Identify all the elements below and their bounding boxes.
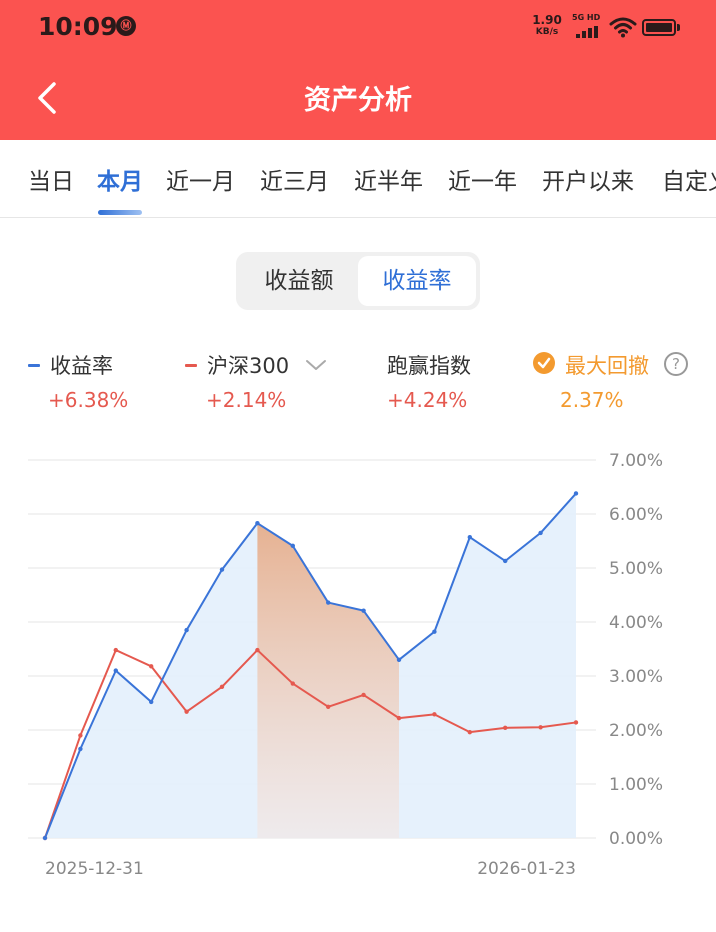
app-header: 10:09 Ⓜ 1.90 KB/s 5G HD 资产分析 xyxy=(0,0,716,140)
legend-value: +2.14% xyxy=(206,388,287,412)
tab-today[interactable]: 当日 xyxy=(28,162,74,196)
csi300-point xyxy=(219,684,225,689)
y-tick-label: 7.00% xyxy=(609,451,663,471)
profit-rate-point xyxy=(326,600,331,605)
profit-rate-point xyxy=(219,567,225,572)
network-speed: 1.90 KB/s xyxy=(530,14,564,38)
tab-last-year[interactable]: 近一年 xyxy=(448,162,517,196)
status-time: 10:09 xyxy=(38,12,118,41)
metric-toggle: 收益额 收益率 xyxy=(236,252,480,310)
csi300-point xyxy=(149,664,154,669)
legend-dash-red xyxy=(185,364,197,367)
csi300-point xyxy=(432,712,437,717)
csi300-point xyxy=(538,725,543,730)
chevron-down-icon[interactable] xyxy=(305,358,327,372)
tab-since-opening[interactable]: 开户以来 xyxy=(542,162,634,196)
profit-rate-point xyxy=(78,746,83,752)
max-drawdown-area xyxy=(257,523,399,838)
y-tick-label: 3.00% xyxy=(609,667,663,687)
profit-rate-point xyxy=(538,530,543,536)
csi300-point xyxy=(503,725,508,731)
network-speed-unit: KB/s xyxy=(535,27,559,37)
legend-label: 跑赢指数 xyxy=(387,354,471,378)
battery-tip xyxy=(677,24,680,31)
tab-last-half-year[interactable]: 近半年 xyxy=(354,162,423,196)
status-bar: 10:09 Ⓜ 1.90 KB/s 5G HD xyxy=(0,0,716,56)
csi300-point xyxy=(255,647,260,653)
y-tick-label: 0.00% xyxy=(609,829,663,849)
csi300-point xyxy=(467,729,472,735)
signal-icon: 5G HD xyxy=(572,13,606,41)
active-tab-indicator xyxy=(98,210,142,215)
profit-chart: 0.00% 1.00% 2.00% 3.00% 4.00% 5.00% 6.00% 7.00%… xyxy=(28,451,663,879)
y-tick-label: 6.00% xyxy=(609,505,663,525)
y-tick-label: 2.00% xyxy=(609,721,663,741)
toggle-profit-amount[interactable]: 收益额 xyxy=(240,256,358,306)
y-tick-label: 1.00% xyxy=(609,775,663,795)
profit-rate-point xyxy=(503,558,508,564)
legend-label: 沪深300 xyxy=(207,354,290,378)
x-tick-label-start: 2025-12-31 xyxy=(45,859,144,879)
profit-rate-point xyxy=(467,535,472,540)
profit-rate-point xyxy=(396,657,402,662)
csi300-point xyxy=(326,704,331,709)
csi300-point xyxy=(113,647,119,653)
legend-label: 收益率 xyxy=(50,354,113,378)
legend-label: 最大回撤 xyxy=(565,354,649,378)
y-tick-label: 5.00% xyxy=(609,559,663,579)
tab-this-month[interactable]: 本月 xyxy=(97,162,143,196)
x-tick-label-end: 2026-01-23 xyxy=(477,859,576,879)
legend-value: 2.37% xyxy=(560,388,624,412)
csi300-point xyxy=(78,733,83,738)
profit-rate-point xyxy=(184,627,189,633)
help-icon[interactable]: ? xyxy=(664,352,688,376)
page-title: 资产分析 xyxy=(304,85,412,116)
wifi-icon xyxy=(609,17,637,38)
period-tabs: 当日 本月 近一月 近三月 近半年 近一年 开户以来 自定义 xyxy=(0,140,716,218)
toggle-profit-rate[interactable]: 收益率 xyxy=(358,256,476,306)
profit-rate-point xyxy=(573,491,579,496)
legend-value: +4.24% xyxy=(387,388,468,412)
network-speed-value: 1.90 xyxy=(532,13,562,27)
csi300-point xyxy=(290,681,295,686)
network-type: 5G HD xyxy=(572,13,601,22)
notification-badge-icon: Ⓜ xyxy=(116,16,136,36)
profit-rate-point xyxy=(42,835,48,841)
profit-rate-point xyxy=(290,543,295,549)
profit-rate-point xyxy=(113,668,119,673)
profit-rate-point xyxy=(432,629,437,634)
profit-rate-point xyxy=(255,520,260,526)
legend-value: +6.38% xyxy=(48,388,129,412)
csi300-point xyxy=(361,692,366,698)
tab-custom[interactable]: 自定义 xyxy=(662,162,716,196)
csi300-point xyxy=(573,720,579,725)
y-tick-label: 4.00% xyxy=(609,613,663,633)
csi300-point xyxy=(396,715,402,721)
battery-icon xyxy=(642,19,676,36)
tab-last-month[interactable]: 近一月 xyxy=(166,162,235,196)
legend-dash-blue xyxy=(28,364,40,367)
profit-rate-point xyxy=(149,699,154,705)
csi300-point xyxy=(184,709,189,714)
check-circle-icon[interactable] xyxy=(533,352,555,374)
profit-rate-point xyxy=(361,608,366,613)
tab-last-three-months[interactable]: 近三月 xyxy=(260,162,329,196)
